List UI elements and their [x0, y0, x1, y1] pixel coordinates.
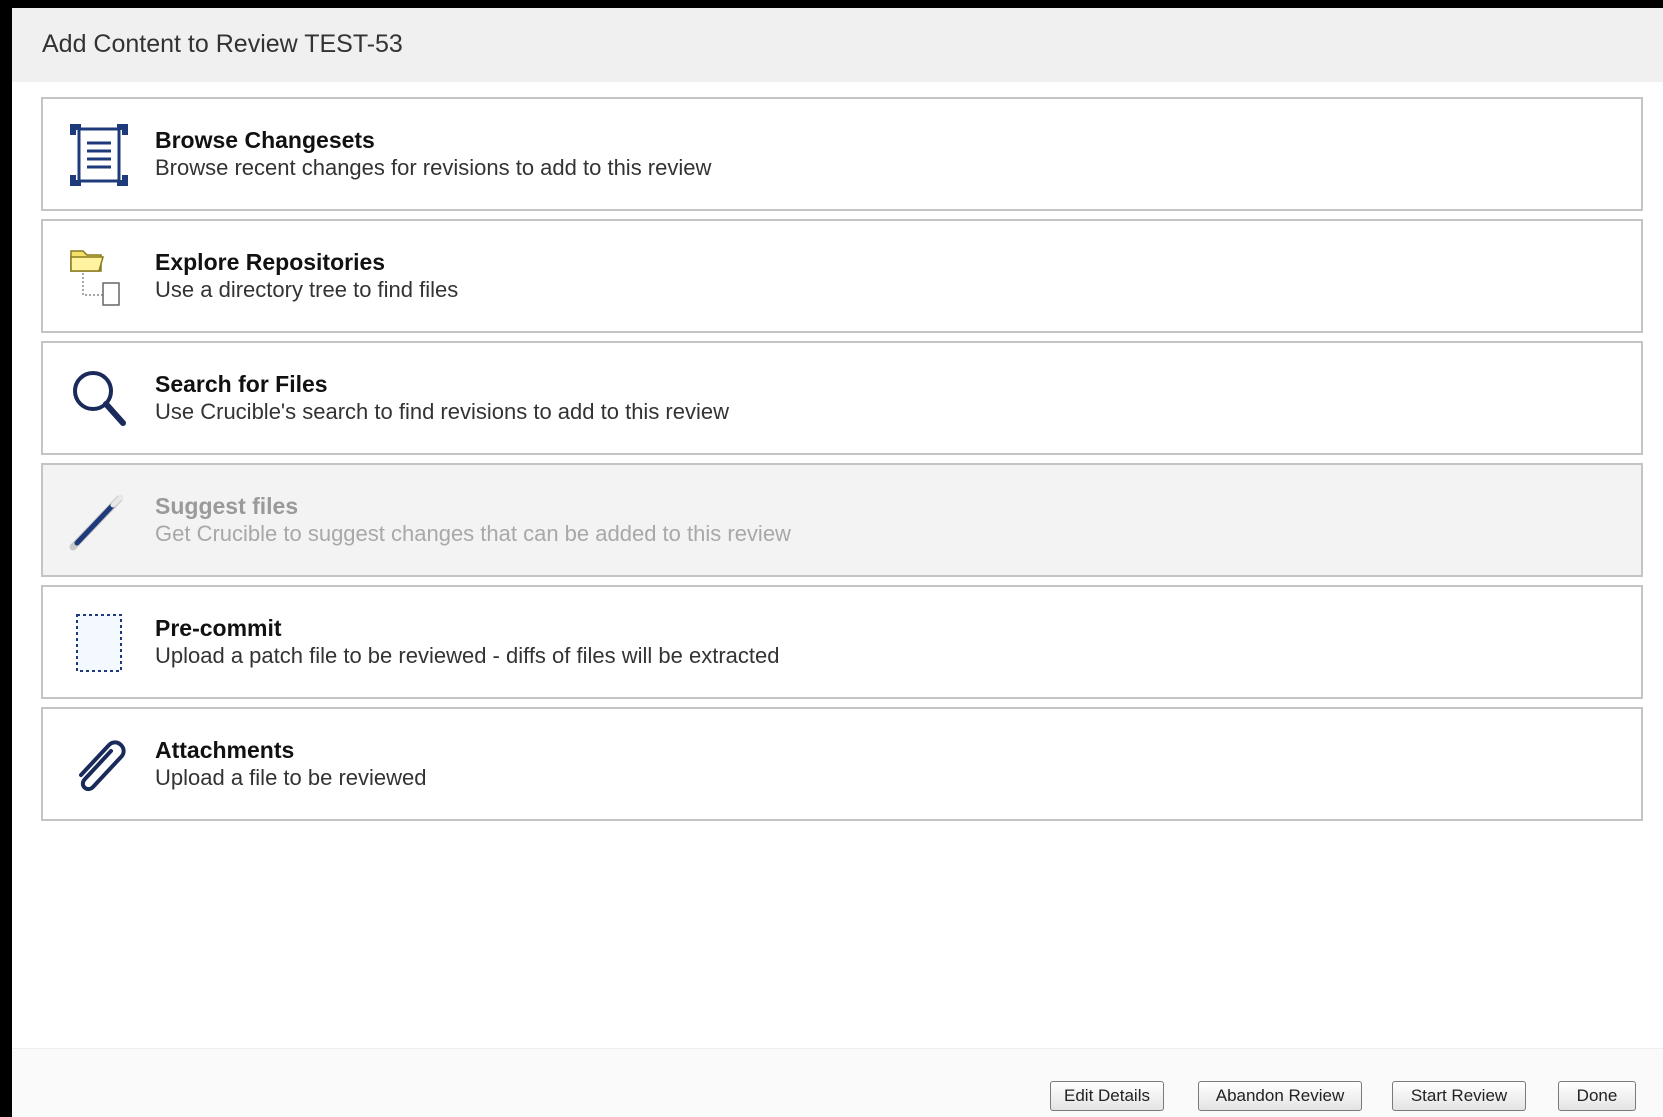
option-title: Pre-commit [155, 615, 282, 641]
folder-tree-icon [67, 245, 131, 309]
option-title: Search for Files [155, 371, 328, 397]
changesets-icon [67, 123, 131, 187]
abandon-review-button[interactable]: Abandon Review [1198, 1081, 1362, 1111]
option-browse-changesets[interactable]: Browse Changesets Browse recent changes … [41, 97, 1643, 211]
dialog-title: Add Content to Review TEST-53 [42, 30, 403, 58]
option-title: Attachments [155, 737, 295, 763]
dialog-header: Add Content to Review TEST-53 [12, 8, 1663, 82]
option-title: Explore Repositories [155, 249, 386, 275]
content-options-list: Browse Changesets Browse recent changes … [41, 97, 1643, 829]
option-description: Use Crucible's search to find revisions … [155, 399, 730, 424]
option-title: Browse Changesets [155, 127, 375, 153]
magnifier-icon [67, 367, 131, 431]
done-button[interactable]: Done [1558, 1081, 1636, 1111]
option-search-for-files[interactable]: Search for Files Use Crucible's search t… [41, 341, 1643, 455]
magic-wand-icon [67, 489, 131, 553]
option-description: Upload a patch file to be reviewed - dif… [155, 643, 780, 668]
option-description: Browse recent changes for revisions to a… [155, 155, 712, 180]
option-title: Suggest files [155, 493, 299, 519]
paperclip-icon [67, 733, 131, 797]
option-attachments[interactable]: Attachments Upload a file to be reviewed [41, 707, 1643, 821]
patch-file-icon [67, 611, 131, 675]
option-description: Get Crucible to suggest changes that can… [155, 521, 791, 546]
option-description: Use a directory tree to find files [155, 277, 459, 302]
option-pre-commit[interactable]: Pre-commit Upload a patch file to be rev… [41, 585, 1643, 699]
option-suggest-files: Suggest files Get Crucible to suggest ch… [41, 463, 1643, 577]
option-explore-repositories[interactable]: Explore Repositories Use a directory tre… [41, 219, 1643, 333]
start-review-button[interactable]: Start Review [1392, 1081, 1526, 1111]
edit-details-button[interactable]: Edit Details [1050, 1081, 1164, 1111]
option-description: Upload a file to be reviewed [155, 765, 427, 790]
add-content-dialog: Add Content to Review TEST-53 Browse Cha… [12, 8, 1663, 1117]
dialog-footer: Edit Details Abandon Review Start Review… [12, 1048, 1663, 1117]
